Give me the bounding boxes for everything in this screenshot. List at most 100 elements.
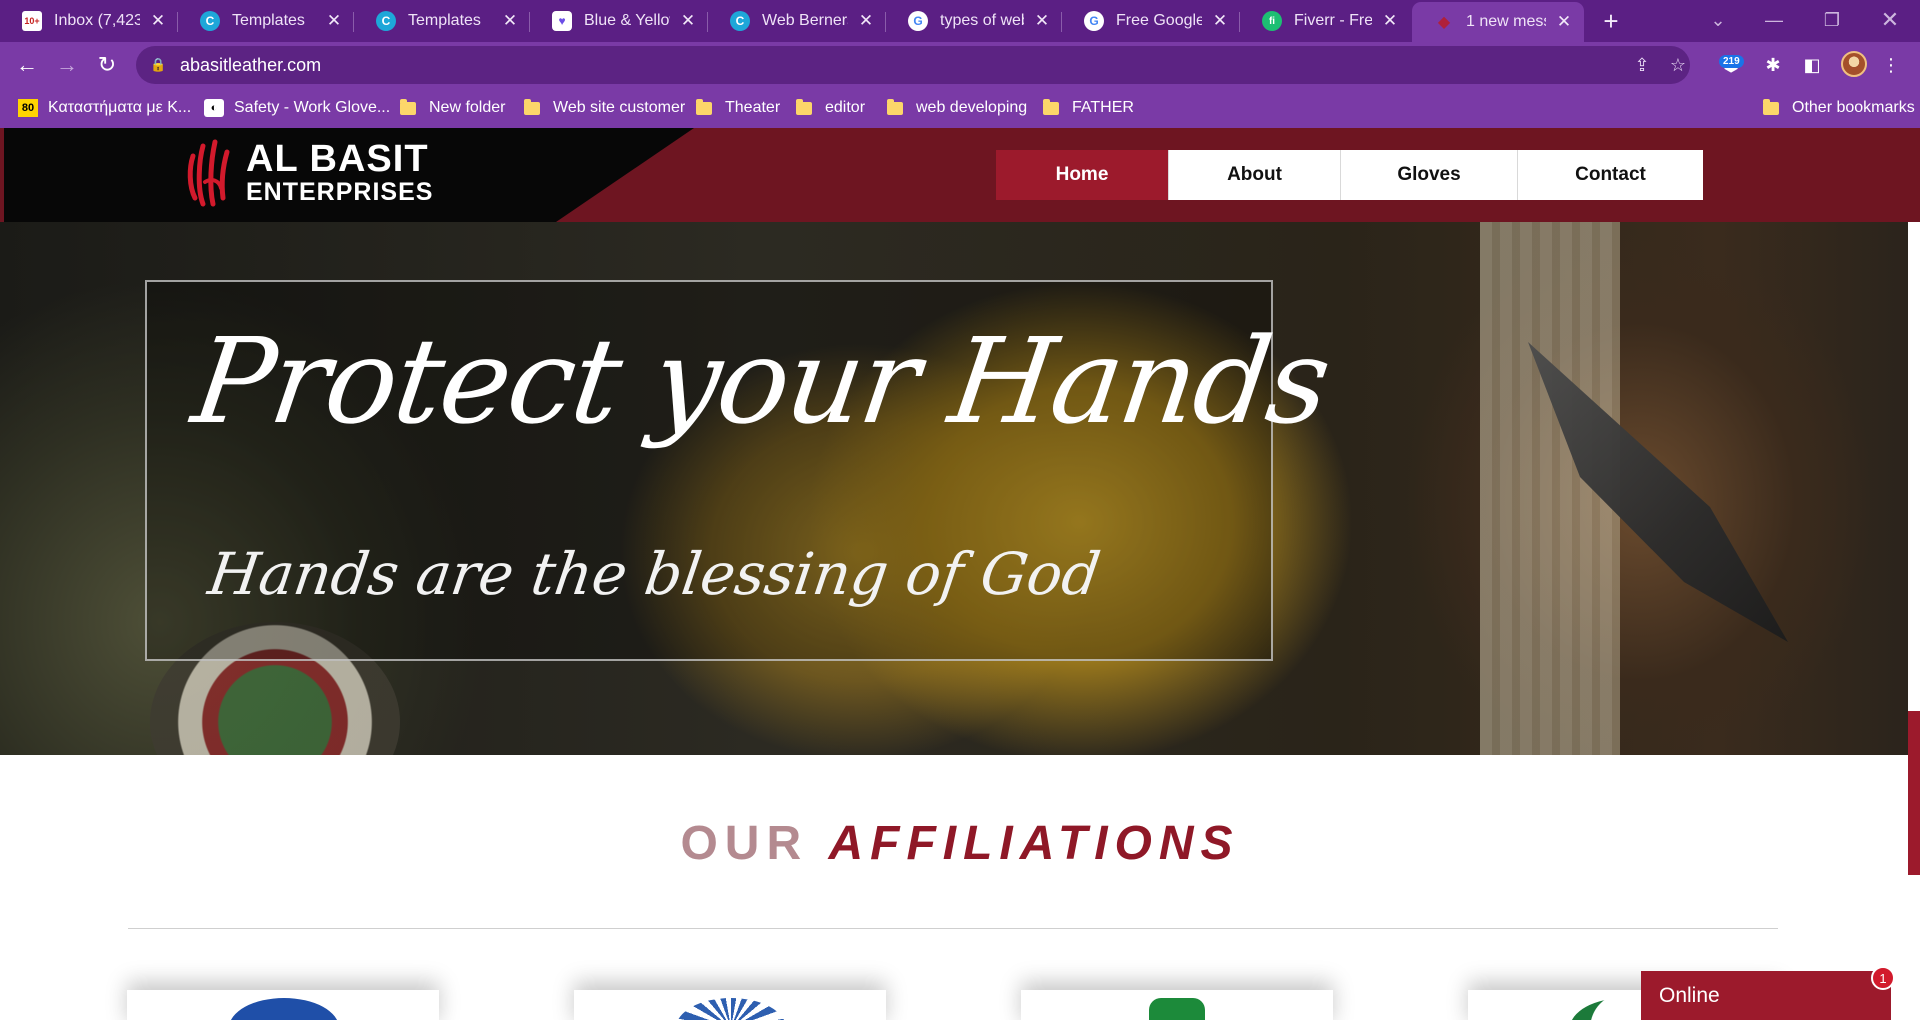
browser-tab[interactable]: G Free Google b ✕ <box>1062 0 1240 42</box>
bookmark-folder[interactable]: Theater <box>696 96 780 120</box>
heart-icon: ♥ <box>552 11 572 31</box>
bookmark-label: Other bookmarks <box>1792 99 1915 116</box>
affiliation-logo <box>676 998 786 1020</box>
browser-tab[interactable]: C Templates ✕ <box>354 0 530 42</box>
tab-title: Templates <box>408 12 481 29</box>
chat-widget[interactable]: Online <box>1641 971 1891 1020</box>
tab-title: 1 new messag <box>1466 13 1546 30</box>
back-button[interactable]: ← <box>11 49 43 81</box>
chat-status-label: Online <box>1659 983 1720 1007</box>
folder-icon <box>524 98 540 115</box>
affiliations-divider <box>128 928 1778 929</box>
bookmark-label: New folder <box>429 99 506 116</box>
canva-icon: C <box>730 11 750 31</box>
forward-button[interactable]: → <box>51 49 83 81</box>
folder-icon <box>887 98 903 115</box>
reload-button[interactable]: ↻ <box>91 49 123 81</box>
tab-title: Fiverr - Freela <box>1294 12 1372 29</box>
close-icon[interactable]: ✕ <box>678 11 698 31</box>
hero-title: Protect your Hands <box>185 312 1337 450</box>
close-icon[interactable]: ✕ <box>1210 11 1230 31</box>
canva-icon: C <box>376 11 396 31</box>
bookmark-item[interactable]: 80 Καταστήματα με Κ... <box>18 96 191 120</box>
hero-subtitle: Hands are the blessing of God <box>204 540 1105 608</box>
page-scrollbar-thumb[interactable] <box>1908 711 1920 875</box>
bookmark-folder[interactable]: web developing <box>887 96 1027 120</box>
minimize-icon[interactable]: — <box>1756 6 1792 34</box>
affiliation-card[interactable] <box>127 990 439 1020</box>
share-icon[interactable]: ⇪ <box>1630 53 1654 77</box>
bookmark-label: Safety - Work Glove... <box>234 99 391 116</box>
bookmark-folder[interactable]: New folder <box>400 96 505 120</box>
bookmark-label: Καταστήματα με Κ... <box>48 99 192 116</box>
extension-badge: 219 <box>1719 55 1744 68</box>
nav-gloves[interactable]: Gloves <box>1340 150 1517 200</box>
nav-home[interactable]: Home <box>996 150 1168 200</box>
restore-icon[interactable]: ❐ <box>1814 6 1850 34</box>
close-icon[interactable]: ✕ <box>324 11 344 31</box>
tab-title: Inbox (7,423) <box>54 12 140 29</box>
tab-title: types of websi <box>940 12 1024 29</box>
site-header: AL BASIT ENTERPRISES Home About Gloves C… <box>0 128 1920 222</box>
close-icon[interactable]: ✕ <box>1380 11 1400 31</box>
close-icon[interactable]: ✕ <box>148 11 168 31</box>
logo-title[interactable]: AL BASIT <box>246 138 429 181</box>
new-tab-button[interactable]: + <box>1597 6 1625 36</box>
chat-notification-badge: 1 <box>1871 966 1895 990</box>
other-bookmarks[interactable]: Other bookmarks <box>1763 96 1915 120</box>
affiliation-card[interactable] <box>1021 990 1333 1020</box>
folder-icon <box>796 98 812 115</box>
tab-title: Web Berners - <box>762 12 848 29</box>
menu-kebab-icon[interactable]: ⋮ <box>1876 50 1906 80</box>
folder-icon <box>400 98 416 115</box>
bookmark-folder[interactable]: Web site customer <box>524 96 685 120</box>
browser-tab[interactable]: C Web Berners - ✕ <box>708 0 886 42</box>
logo-subtitle[interactable]: ENTERPRISES <box>246 178 433 207</box>
tab-title: Free Google b <box>1116 12 1202 29</box>
tab-title: Blue & Yellow <box>584 12 670 29</box>
address-bar[interactable]: 🔒 abasitleather.com ⇪ ☆ <box>136 46 1690 84</box>
affiliations-heading-part2: AFFILIATIONS <box>828 817 1240 870</box>
url-text: abasitleather.com <box>180 54 322 75</box>
browser-tab-strip: 10+ Inbox (7,423) ✕ C Templates ✕ C Temp… <box>0 0 1920 42</box>
bookmark-label: web developing <box>916 99 1028 116</box>
side-panel-icon[interactable]: ◧ <box>1797 50 1827 80</box>
hand-logo-icon[interactable] <box>185 138 237 210</box>
hero-text-box: Protect your Hands Hands are the blessin… <box>145 280 1337 661</box>
close-icon[interactable]: ✕ <box>1032 11 1052 31</box>
nav-contact[interactable]: Contact <box>1517 150 1703 200</box>
browser-toolbar: ← → ↻ 🔒 abasitleather.com ⇪ ☆ ⬢ ✱ ◧ ⋮ <box>0 42 1920 88</box>
browser-tab[interactable]: G types of websi ✕ <box>886 0 1062 42</box>
close-icon[interactable]: ✕ <box>856 11 876 31</box>
affiliations-heading: OUR AFFILIATIONS <box>0 816 1920 871</box>
gmail-icon: 10+ <box>22 11 42 31</box>
close-icon[interactable]: ✕ <box>1554 12 1574 32</box>
bookmarks-bar: 80 Καταστήματα με Κ... ◐ Safety - Work G… <box>0 88 1920 128</box>
close-icon[interactable]: ✕ <box>500 11 520 31</box>
browser-tab[interactable]: fi Fiverr - Freela ✕ <box>1240 0 1410 42</box>
close-window-icon[interactable]: ✕ <box>1872 6 1908 34</box>
bookmark-folder[interactable]: FATHER <box>1043 96 1134 120</box>
profile-avatar[interactable] <box>1841 51 1867 77</box>
tab-title: Templates <box>232 12 305 29</box>
folder-icon <box>696 98 712 115</box>
browser-tab[interactable]: 10+ Inbox (7,423) ✕ <box>0 0 178 42</box>
browser-tab[interactable]: C Templates ✕ <box>178 0 354 42</box>
main-nav: Home About Gloves Contact <box>996 150 1703 200</box>
bookmark-label: Theater <box>725 99 781 116</box>
lock-icon: 🔒 <box>150 57 167 72</box>
browser-tab-active[interactable]: ◆ 1 new messag ✕ <box>1412 2 1584 42</box>
browser-tab[interactable]: ♥ Blue & Yellow ✕ <box>530 0 708 42</box>
nav-about[interactable]: About <box>1168 150 1340 200</box>
canva-icon: C <box>200 11 220 31</box>
affiliation-card[interactable] <box>574 990 886 1020</box>
tab-search-icon[interactable]: ⌄ <box>1700 6 1736 34</box>
bookmark-item[interactable]: ◐ Safety - Work Glove... <box>204 96 390 120</box>
bookmark-star-icon[interactable]: ☆ <box>1666 53 1690 77</box>
extensions-puzzle-icon[interactable]: ✱ <box>1758 50 1788 80</box>
affiliations-heading-part1: OUR <box>680 817 809 870</box>
bookmark-folder[interactable]: editor <box>796 96 865 120</box>
folder-icon <box>1763 98 1779 115</box>
bookmark-label: FATHER <box>1072 99 1134 116</box>
fiverr-icon: fi <box>1262 11 1282 31</box>
